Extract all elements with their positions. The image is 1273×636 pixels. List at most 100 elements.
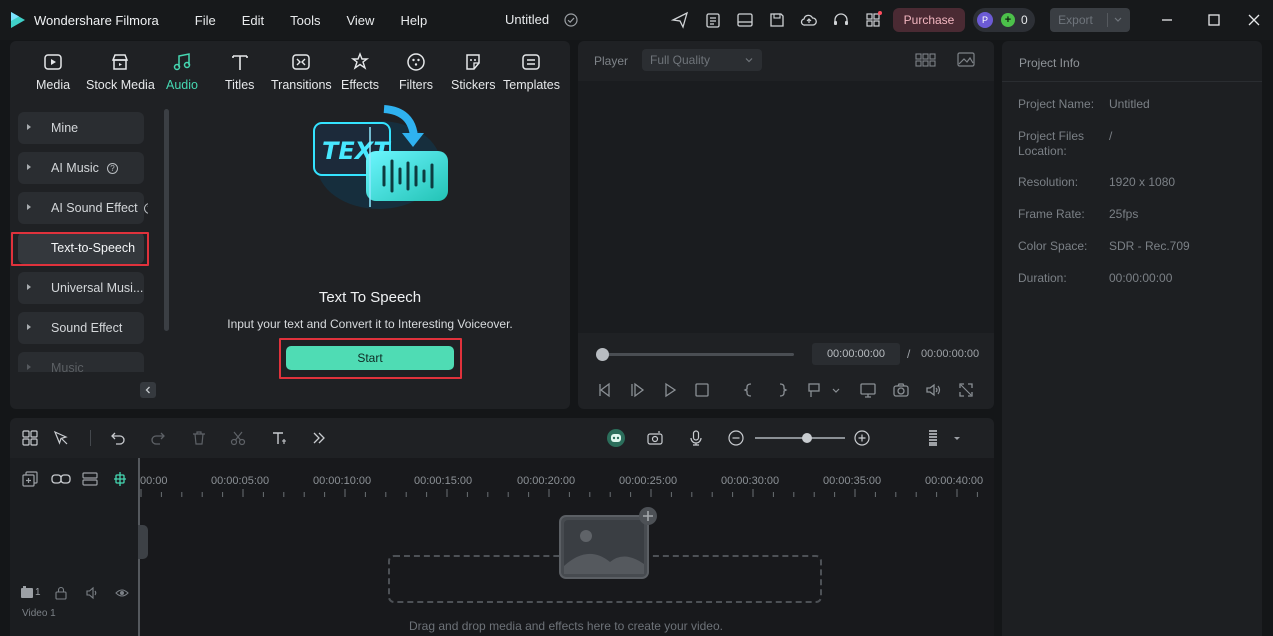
menu-file[interactable]: File [195, 13, 216, 28]
tab-effects[interactable]: Effects [341, 51, 379, 92]
tab-filters[interactable]: Filters [399, 51, 433, 92]
timeline-ruler-ticks [140, 489, 978, 497]
text-tool-icon[interactable] [270, 429, 288, 447]
mark-in-icon[interactable] [740, 381, 758, 399]
layout-icon[interactable] [736, 11, 754, 29]
layout-grid-icon[interactable] [21, 429, 39, 447]
project-info-title: Project Info [1019, 56, 1080, 70]
tab-titles[interactable]: Titles [225, 51, 254, 92]
caret-right-icon [27, 324, 31, 330]
eye-icon[interactable] [115, 586, 129, 600]
sidebar-scrollbar[interactable] [164, 109, 169, 331]
mark-out-icon[interactable] [773, 381, 791, 399]
track-list-icon[interactable] [924, 429, 942, 447]
send-icon[interactable] [671, 11, 689, 29]
cloud-upload-icon[interactable] [800, 11, 818, 29]
undo-icon[interactable] [109, 429, 127, 447]
previous-frame-icon[interactable] [596, 381, 614, 399]
help-icon[interactable]: ? [107, 162, 118, 174]
zoom-in-icon[interactable] [853, 429, 871, 447]
redo-icon[interactable] [149, 429, 167, 447]
magnetic-snap-icon[interactable] [111, 470, 129, 488]
track-header-column: 1 Video 1 [10, 458, 138, 636]
menu-bar: File Edit Tools View Help [195, 13, 453, 28]
chevron-down-icon[interactable] [830, 381, 842, 399]
camera-snapshot-icon[interactable] [892, 381, 910, 399]
ai-robot-icon[interactable] [606, 428, 626, 448]
tab-media[interactable]: Media [36, 51, 70, 92]
help-icon[interactable]: ? [144, 202, 148, 214]
zoom-out-icon[interactable] [727, 429, 745, 447]
tab-audio[interactable]: Audio [166, 51, 198, 92]
caret-right-icon [27, 284, 31, 290]
image-snapshot-icon[interactable] [956, 51, 976, 69]
headset-icon[interactable] [832, 11, 850, 29]
sidebar-item-ai-music[interactable]: AI Music ? [18, 152, 144, 184]
more-tools-icon[interactable] [310, 429, 328, 447]
document-title: Untitled [505, 12, 550, 27]
menu-help[interactable]: Help [400, 13, 427, 28]
avatar: P [977, 12, 993, 28]
close-icon[interactable] [1244, 10, 1264, 30]
delete-icon[interactable] [190, 429, 208, 447]
highlight-frame-start-button [279, 338, 462, 379]
lock-icon[interactable] [54, 586, 68, 600]
menu-view[interactable]: View [346, 13, 374, 28]
sidebar-item-mine[interactable]: Mine [18, 112, 144, 144]
volume-icon[interactable] [924, 381, 942, 399]
sidebar-item-ai-sound-effect[interactable]: AI Sound Effect ? [18, 192, 148, 224]
text-to-speech-illustration: TEXT [313, 105, 448, 209]
export-button[interactable]: Export [1050, 8, 1130, 32]
chevron-down-icon [1114, 17, 1122, 22]
sidebar-item-universal-music[interactable]: Universal Musi... [18, 272, 144, 304]
microphone-icon[interactable] [687, 429, 705, 447]
track-audio-icon[interactable] [85, 586, 99, 600]
grid-view-icon[interactable] [915, 52, 937, 68]
timeline-panel: 1 Video 1 00:00 00:00:05:00 00:00:10:00 … [10, 418, 994, 636]
playback-progress-track[interactable] [602, 353, 794, 356]
apps-grid-icon[interactable] [864, 11, 882, 29]
fullscreen-icon[interactable] [957, 381, 975, 399]
ruler-time-30s: 00:00:30:00 [721, 475, 780, 487]
timeline-zoom-slider[interactable] [755, 437, 845, 439]
select-tool-icon[interactable] [52, 429, 70, 447]
sidebar-item-music[interactable]: Music [18, 352, 144, 372]
save-icon[interactable] [768, 11, 786, 29]
tab-stock-media[interactable]: Stock Media [86, 51, 155, 92]
timeline-body: 1 Video 1 00:00 00:00:05:00 00:00:10:00 … [10, 458, 994, 636]
player-panel: Player Full Quality 00:00:00:00 / 00:00:… [578, 41, 994, 409]
filmora-logo-icon [8, 10, 28, 30]
marker-icon[interactable] [806, 381, 824, 399]
collapse-track-header-tab[interactable] [138, 525, 148, 559]
play-reverse-icon[interactable] [629, 381, 647, 399]
minimize-icon[interactable] [1157, 10, 1177, 30]
maximize-icon[interactable] [1204, 10, 1224, 30]
camera-record-icon[interactable] [646, 429, 664, 447]
quality-select[interactable]: Full Quality [642, 49, 762, 71]
timeline-zoom-knob[interactable] [802, 433, 812, 443]
clipboard-icon[interactable] [704, 11, 722, 29]
play-icon[interactable] [661, 381, 679, 399]
sidebar-item-sound-effect[interactable]: Sound Effect [18, 312, 144, 344]
tab-transitions[interactable]: Transitions [271, 51, 332, 92]
menu-tools[interactable]: Tools [290, 13, 320, 28]
credits-badge[interactable]: P + 0 [973, 8, 1035, 32]
ruler-time-20s: 00:00:20:00 [517, 475, 576, 487]
caret-right-icon [27, 124, 31, 130]
split-scissors-icon[interactable] [229, 429, 247, 447]
tab-stickers[interactable]: Stickers [451, 51, 495, 92]
collapse-sidebar-button[interactable] [140, 382, 156, 398]
purchase-button[interactable]: Purchase [893, 8, 965, 32]
add-track-icon[interactable] [21, 470, 39, 488]
caret-down-icon[interactable] [950, 429, 964, 447]
templates-icon [522, 54, 541, 70]
menu-edit[interactable]: Edit [242, 13, 264, 28]
project-info-panel: Project Info Project Name: Untitled Proj… [1002, 41, 1262, 636]
playback-progress-knob[interactable] [596, 348, 609, 361]
titles-icon [231, 55, 248, 70]
stop-icon[interactable] [693, 381, 711, 399]
tab-templates[interactable]: Templates [503, 51, 560, 92]
link-icon[interactable] [51, 470, 71, 488]
display-icon[interactable] [859, 381, 877, 399]
track-layers-icon[interactable] [81, 470, 99, 488]
